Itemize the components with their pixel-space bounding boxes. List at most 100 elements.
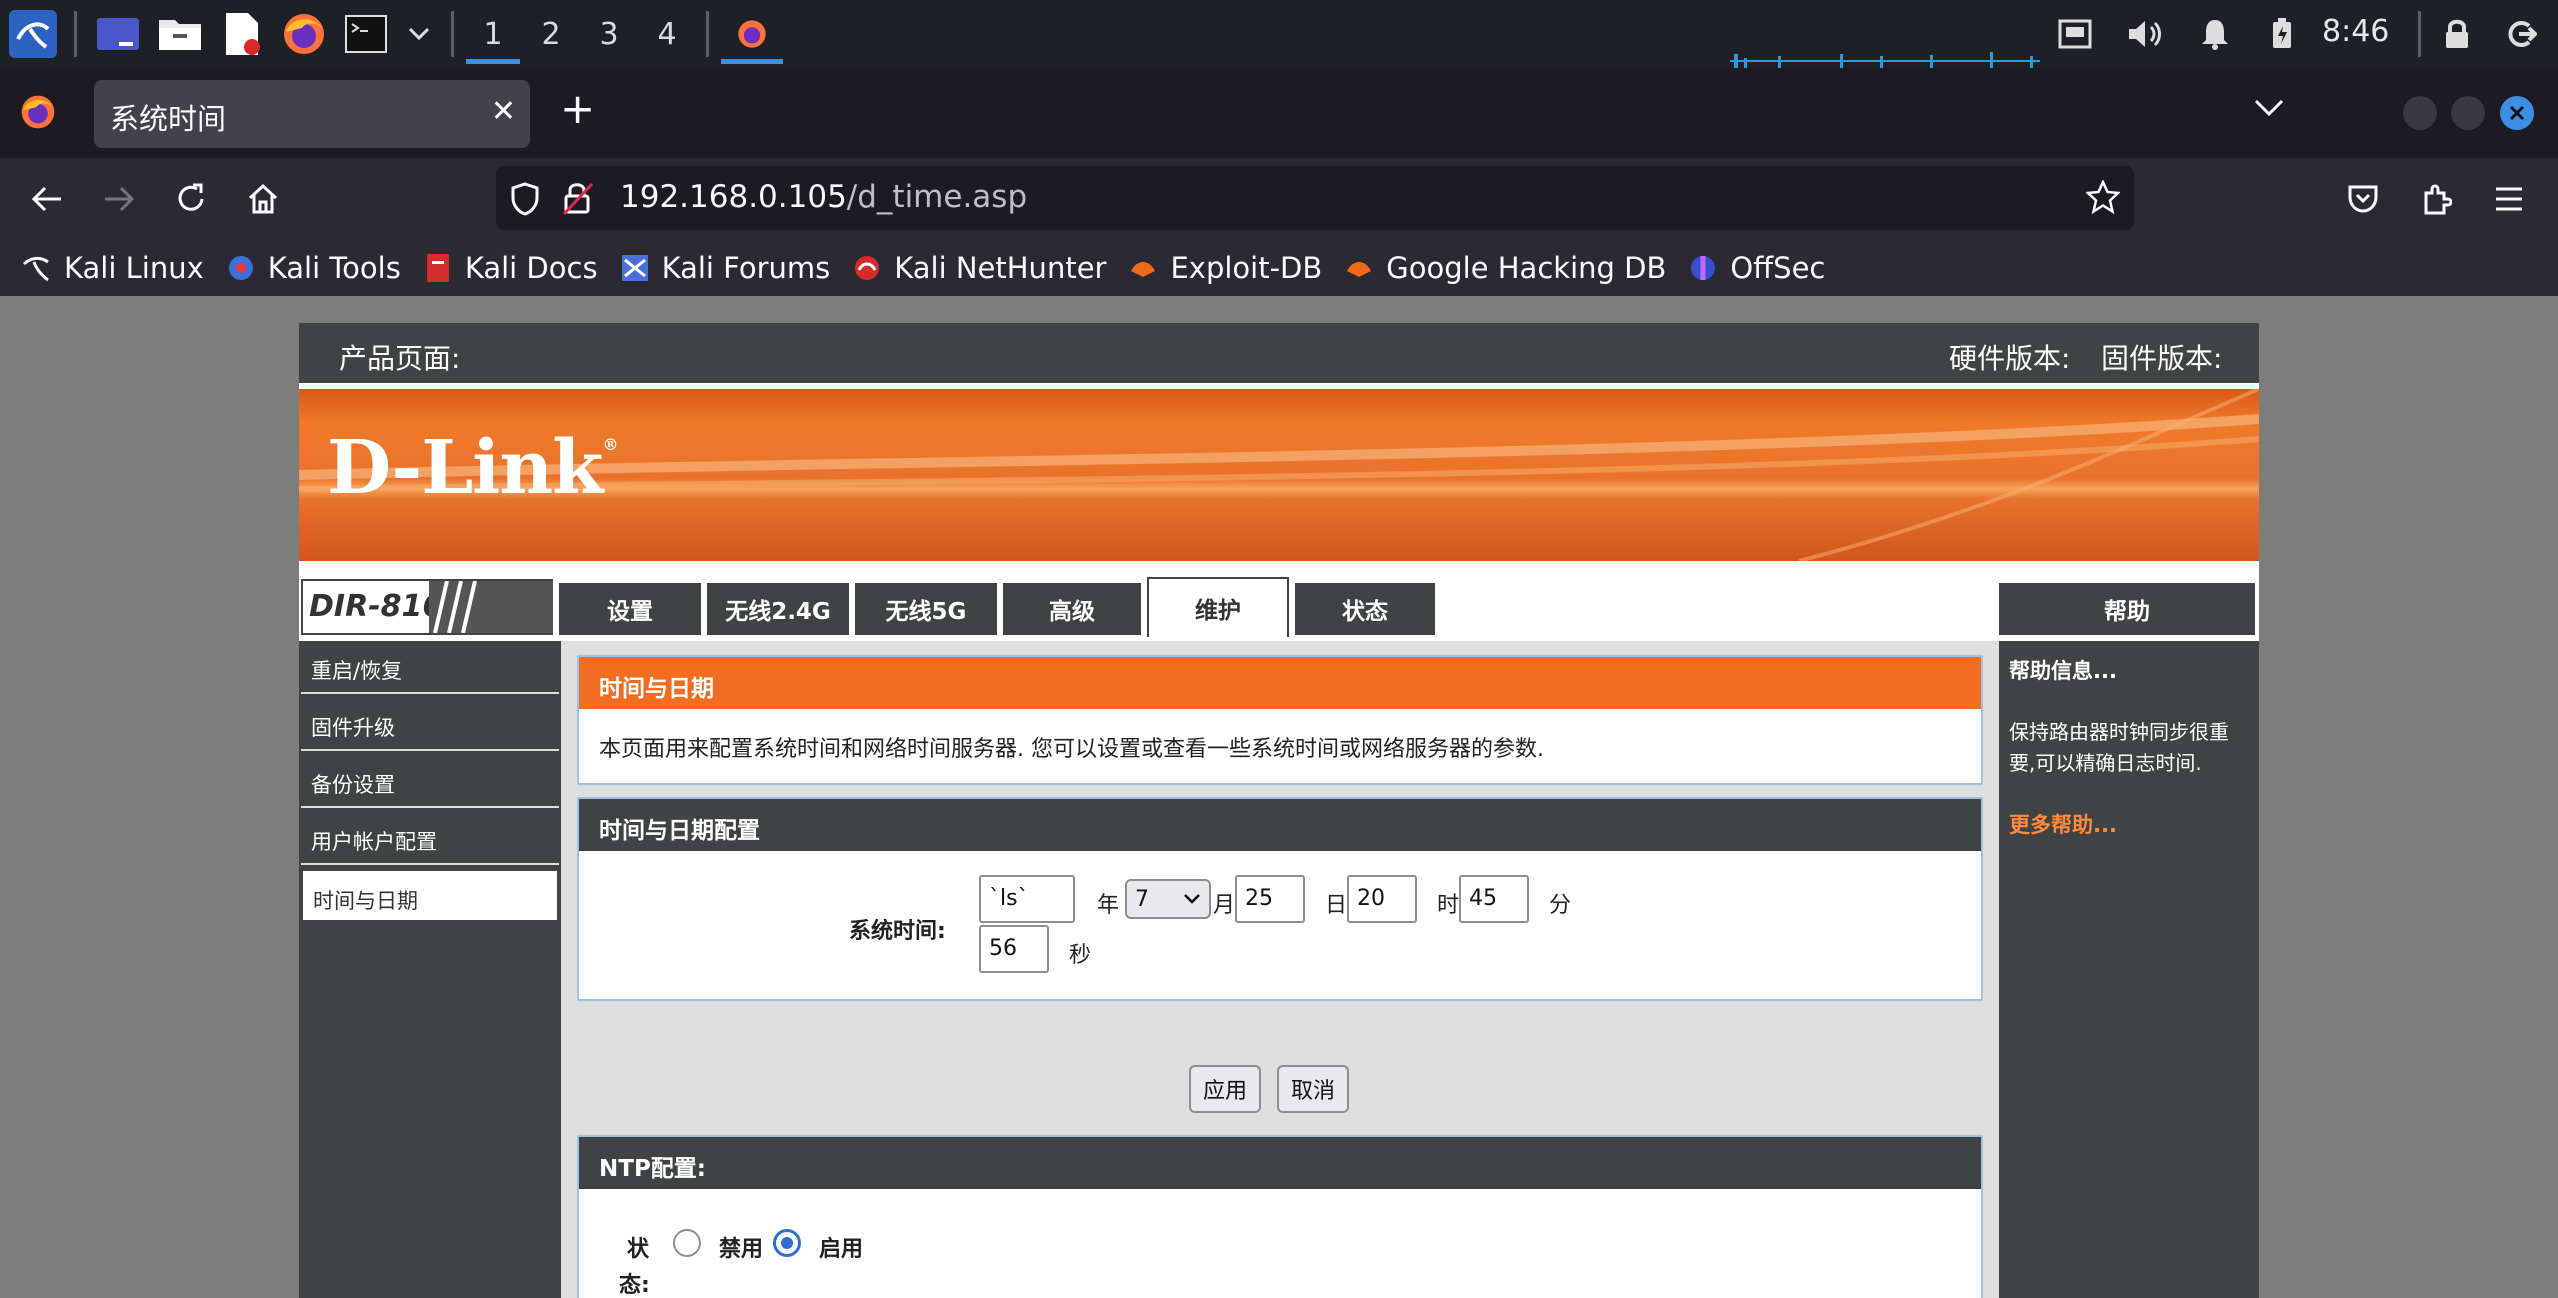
help-text: 保持路由器时钟同步很重要,可以精确日志时间. [2009,720,2229,775]
system-time-label: 系统时间: [849,919,946,944]
network-activity-graph [1730,52,2040,68]
intro-box: 时间与日期 本页面用来配置系统时间和网络时间服务器. 您可以设置或查看一些系统时… [577,655,1983,785]
dlink-banner: D-Link® [299,389,2259,561]
menu-icon[interactable] [2486,176,2532,222]
help-title: 帮助信息... [2009,659,2117,683]
time-config-box: 时间与日期配置 系统时间: `ls` 年 7 月 25 日 20 时 45 分 … [577,797,1983,1001]
tab-status[interactable]: 状态 [1295,583,1435,635]
url-text[interactable]: 192.168.0.105/d_time.asp [620,179,1027,215]
extensions-icon[interactable] [2414,176,2460,222]
maximize-button[interactable] [2451,96,2485,130]
year-input[interactable]: `ls` [979,875,1075,923]
workspace-2[interactable]: 2 [522,2,580,66]
workspace-4[interactable]: 4 [638,2,696,66]
bookmark-kali-nethunter[interactable]: Kali NetHunter [852,251,1106,285]
close-tab-icon[interactable]: ✕ [491,94,516,129]
volume-icon[interactable] [2120,0,2172,68]
workspace-3[interactable]: 3 [580,2,638,66]
back-button[interactable] [24,176,70,222]
tab-wireless-5g[interactable]: 无线5G [855,583,997,635]
tab-maintenance[interactable]: 维护 [1147,577,1289,637]
bookmark-kali-forums[interactable]: Kali Forums [620,251,830,285]
terminal-icon[interactable] [339,7,393,61]
ntp-disable-label: 禁用 [719,1237,764,1262]
router-header: 产品页面: 硬件版本: 固件版本: [299,323,2259,383]
nav-time-date[interactable]: 时间与日期 [301,869,559,922]
nav-firmware-upgrade[interactable]: 固件升级 [301,698,559,751]
day-unit: 日 [1325,893,1348,918]
kali-tools-icon [226,253,256,283]
logout-icon[interactable] [2496,0,2546,68]
bookmark-exploit-db[interactable]: Exploit-DB [1128,251,1322,285]
battery-icon[interactable] [2258,0,2306,68]
lock-screen-icon[interactable] [2432,0,2482,68]
bookmark-label: Kali NetHunter [894,251,1107,285]
taskbar-separator [2418,11,2421,57]
day-input[interactable]: 25 [1235,875,1305,923]
tracking-protection-icon[interactable] [510,182,540,220]
bookmark-kali-linux[interactable]: Kali Linux [22,251,204,285]
tab-system-time[interactable]: 系统时间 ✕ [94,80,530,148]
clock[interactable]: 8:46 [2322,14,2389,49]
chevron-down-icon[interactable] [401,7,437,61]
ntp-enable-radio[interactable] [773,1229,801,1257]
firmware-version-label: 固件版本: [2101,342,2223,375]
minimize-button[interactable] [2403,96,2437,130]
reload-button[interactable] [168,176,214,222]
bookmark-google-hacking-db[interactable]: Google Hacking DB [1344,251,1666,285]
kali-docs-icon [423,253,453,283]
time-config-title: 时间与日期配置 [579,799,1981,851]
nav-user-accounts[interactable]: 用户帐户配置 [301,812,559,865]
home-button[interactable] [240,176,286,222]
new-tab-button[interactable]: + [560,88,595,130]
ntp-disable-radio[interactable] [673,1229,701,1257]
firefox-icon[interactable] [277,7,331,61]
hardware-version-label: 硬件版本: [1949,342,2071,375]
kali-nethunter-icon [852,253,882,283]
kali-dragon-icon [22,253,52,283]
kali-menu-icon[interactable] [6,7,60,61]
firefox-task-button[interactable] [719,2,785,66]
url-path: /d_time.asp [846,179,1028,215]
model-badge-stripes [429,581,553,633]
month-value: 7 [1135,887,1149,912]
forward-button[interactable] [96,176,142,222]
ntp-status-label-line1: 状 [627,1237,650,1262]
desktop-icon[interactable] [91,7,145,61]
bookmark-star-icon[interactable] [2085,178,2121,218]
list-all-tabs-icon[interactable] [2254,90,2284,125]
bookmark-label: OffSec [1730,251,1826,285]
url-bar[interactable]: 192.168.0.105/d_time.asp [496,166,2134,230]
insecure-connection-icon[interactable] [562,180,594,220]
tab-wireless-2-4g[interactable]: 无线2.4G [707,583,849,635]
notification-bell-icon[interactable] [2190,0,2240,68]
page-viewport: 产品页面: 硬件版本: 固件版本: D-Link® DIR-816 设置 无线2… [0,296,2558,1298]
apply-button[interactable]: 应用 [1189,1065,1261,1113]
nav-reboot-restore[interactable]: 重启/恢复 [301,641,559,694]
tab-setup[interactable]: 设置 [559,583,701,635]
nav-backup-settings[interactable]: 备份设置 [301,755,559,808]
bookmark-label: Google Hacking DB [1386,251,1667,285]
bookmark-offsec[interactable]: OffSec [1688,251,1825,285]
bookmark-kali-docs[interactable]: Kali Docs [423,251,598,285]
minute-input[interactable]: 45 [1459,875,1529,923]
tab-advanced[interactable]: 高级 [1003,583,1141,635]
browser-nav-bar: 192.168.0.105/d_time.asp [0,158,2558,240]
month-select[interactable]: 7 [1125,879,1211,919]
workspace-1[interactable]: 1 [464,2,522,66]
second-input[interactable]: 56 [979,925,1049,973]
taskbar-separator [74,11,77,57]
network-icon[interactable] [2050,0,2100,68]
tab-help[interactable]: 帮助 [1999,583,2255,635]
close-window-button[interactable] [2500,96,2534,130]
file-manager-icon[interactable] [153,7,207,61]
minute-unit: 分 [1549,893,1572,918]
hour-input[interactable]: 20 [1347,875,1417,923]
firefox-view-icon[interactable] [20,94,60,134]
text-editor-icon[interactable] [215,7,269,61]
cancel-button[interactable]: 取消 [1277,1065,1349,1113]
intro-title: 时间与日期 [579,657,1981,709]
bookmark-kali-tools[interactable]: Kali Tools [226,251,401,285]
more-help-link[interactable]: 更多帮助... [2009,809,2117,839]
pocket-icon[interactable] [2340,176,2386,222]
